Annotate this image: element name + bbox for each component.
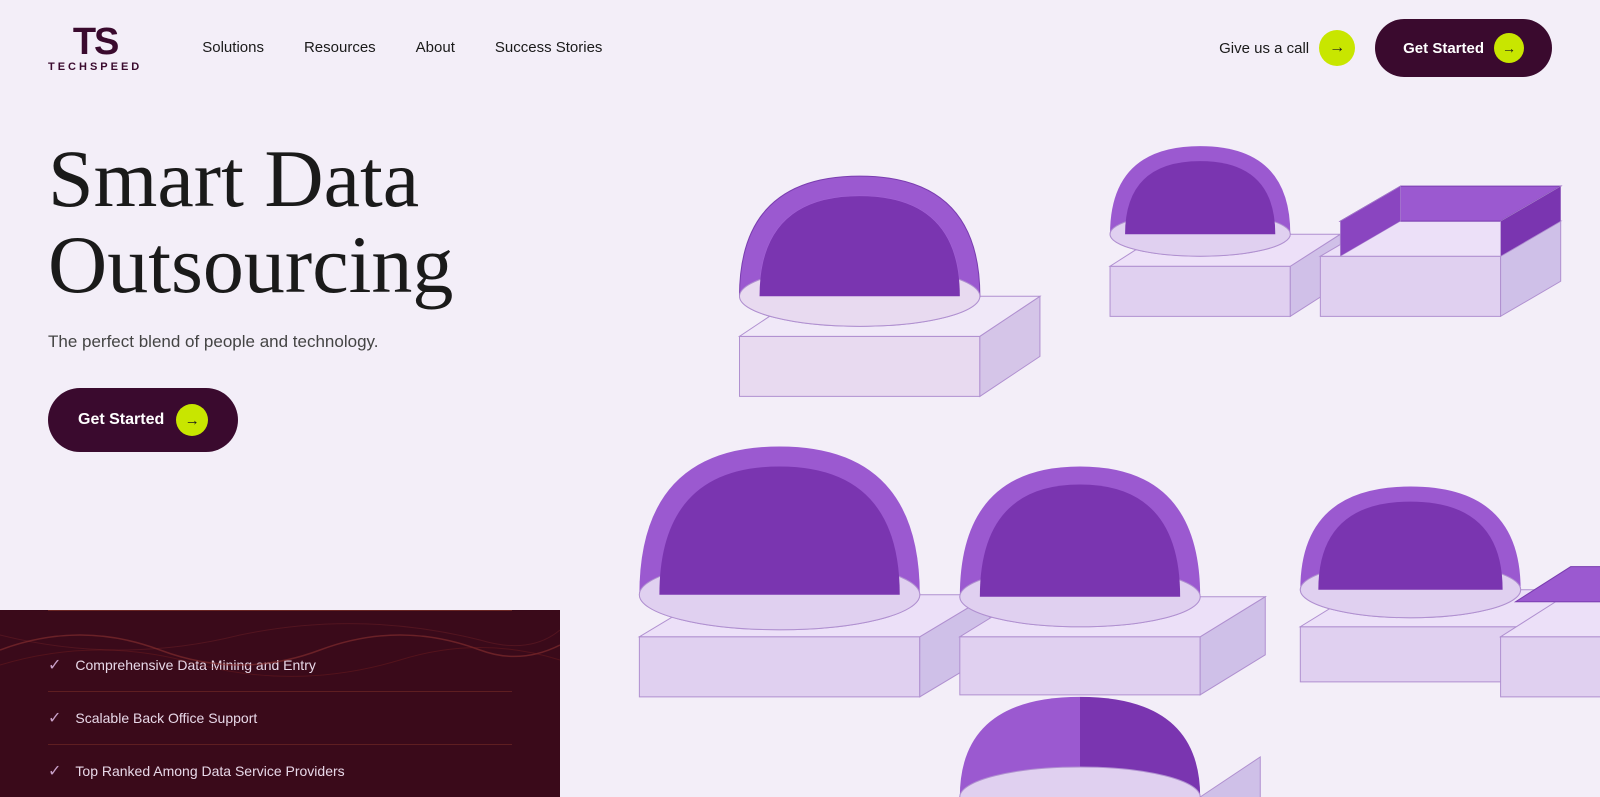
hero-subtitle: The perfect blend of people and technolo… — [48, 332, 512, 352]
hero-section: Smart Data Outsourcing The perfect blend… — [0, 96, 1600, 797]
navigation: TS TECHSPEED Solutions Resources About S… — [0, 0, 1600, 96]
hero-cta-arrow-icon: → — [176, 404, 208, 436]
give-call-label: Give us a call — [1219, 40, 1309, 57]
isometric-shapes-svg — [560, 96, 1600, 797]
nav-cta-arrow-icon: → — [1494, 33, 1524, 63]
hero-get-started-button[interactable]: Get Started → — [48, 388, 238, 452]
nav-right: Give us a call → Get Started → — [1219, 19, 1552, 77]
logo-name: TECHSPEED — [48, 61, 142, 73]
logo[interactable]: TS TECHSPEED — [48, 23, 142, 73]
hero-illustration — [560, 96, 1600, 797]
nav-item-resources[interactable]: Resources — [304, 39, 376, 57]
hero-left: Smart Data Outsourcing The perfect blend… — [0, 96, 560, 797]
hero-title: Smart Data Outsourcing — [48, 136, 512, 308]
nav-item-about[interactable]: About — [416, 39, 455, 57]
nav-item-success-stories[interactable]: Success Stories — [495, 39, 603, 57]
call-arrow-icon: → — [1319, 30, 1355, 66]
nav-item-solutions[interactable]: Solutions — [202, 39, 264, 57]
give-call-link[interactable]: Give us a call → — [1219, 30, 1355, 66]
nav-get-started-button[interactable]: Get Started → — [1375, 19, 1552, 77]
logo-letters: TS — [73, 23, 118, 61]
nav-links: Solutions Resources About Success Storie… — [202, 39, 1219, 57]
